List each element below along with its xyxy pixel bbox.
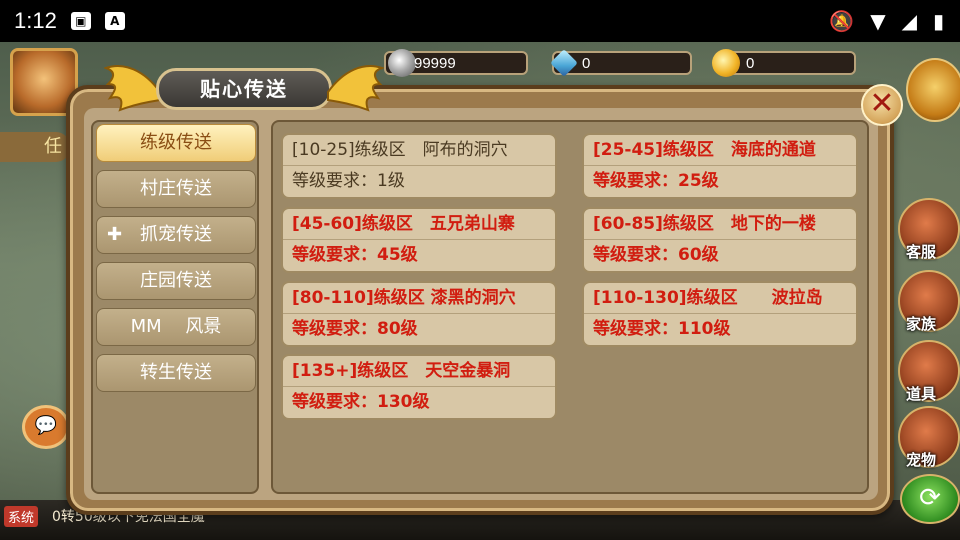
plus-icon: ✚	[107, 224, 123, 245]
destination-card[interactable]: [60-85]练级区 地下的一楼 等级要求：60级	[582, 207, 858, 273]
side-button-label: 客服	[906, 243, 937, 261]
destination-card[interactable]: [25-45]练级区 海底的通道 等级要求：25级	[582, 133, 858, 199]
destination-name: [25-45]练级区 海底的通道	[584, 135, 856, 166]
a-icon: A	[104, 12, 125, 30]
category-label: 转生传送	[140, 362, 212, 383]
destination-card[interactable]: [135+]练级区 天空金暴洞 等级要求：130级	[281, 354, 557, 420]
level-requirement: 等级要求：45级	[292, 245, 418, 265]
category-label: 村庄传送	[140, 178, 212, 199]
quest-tag[interactable]: 任	[0, 132, 70, 162]
system-tag: 系统	[4, 506, 39, 527]
gold-currency: 0	[712, 49, 856, 77]
silver-value: 99999	[414, 55, 456, 72]
items-button[interactable]: 道具	[898, 340, 960, 403]
category-label: MM 风景	[130, 316, 222, 337]
level-requirement: 等级要求：25级	[593, 171, 719, 191]
category-rebirth[interactable]: 转生传送	[96, 354, 256, 392]
destination-card[interactable]: [10-25]练级区 阿布的洞穴 等级要求：1级	[281, 133, 557, 199]
destination-name: [45-60]练级区 五兄弟山寨	[283, 209, 555, 240]
customer-service-button[interactable]: 客服	[898, 198, 960, 261]
signal-icon: ◢	[901, 9, 917, 33]
side-button-label: 道具	[906, 385, 937, 403]
dialog-title: 贴心传送	[200, 77, 288, 101]
crystal-value: 0	[582, 55, 591, 72]
chat-icon[interactable]: 💬	[22, 405, 70, 449]
refresh-icon[interactable]: ⟳	[900, 474, 960, 524]
destination-card[interactable]: [110-130]练级区 波拉岛 等级要求：110级	[582, 281, 858, 347]
status-time: 1:12	[14, 8, 57, 33]
dialog-title-banner: 贴心传送	[104, 60, 384, 120]
destination-name: [110-130]练级区 波拉岛	[584, 283, 856, 314]
destination-name: [10-25]练级区 阿布的洞穴	[283, 135, 555, 166]
level-requirement: 等级要求：1级	[292, 171, 405, 191]
category-label: 抓宠传送	[140, 224, 212, 245]
silver-currency: 99999	[384, 49, 528, 77]
destination-name: [135+]练级区 天空金暴洞	[283, 356, 555, 387]
category-label: 练级传送	[140, 132, 212, 153]
destination-card[interactable]: [80-110]练级区 漆黑的洞穴 等级要求：80级	[281, 281, 557, 347]
destination-name: [60-85]练级区 地下的一楼	[584, 209, 856, 240]
category-mm-scenery[interactable]: MM 风景	[96, 308, 256, 346]
left-wing-icon	[104, 65, 161, 112]
side-button-label: 宠物	[906, 451, 937, 469]
category-label: 庄园传送	[140, 270, 212, 291]
category-pet-capture[interactable]: ✚ 抓宠传送	[96, 216, 256, 254]
level-requirement: 等级要求：130级	[292, 392, 430, 412]
status-bar: 1:12 ▣ A 🔕 ▼ ◢ ▮	[0, 0, 960, 42]
image-icon: ▣	[70, 12, 91, 30]
level-requirement: 等级要求：110级	[593, 319, 731, 339]
pet-button[interactable]: 宠物	[898, 406, 960, 469]
title-plate: 贴心传送	[156, 68, 332, 110]
side-button-label: 家族	[906, 315, 937, 333]
destination-card[interactable]: [45-60]练级区 五兄弟山寨 等级要求：45级	[281, 207, 557, 273]
compass-icon[interactable]	[906, 58, 960, 122]
crystal-icon	[550, 49, 578, 77]
destination-name: [80-110]练级区 漆黑的洞穴	[283, 283, 555, 314]
right-wing-icon	[327, 65, 384, 112]
level-requirement: 等级要求：80级	[292, 319, 418, 339]
category-manor[interactable]: 庄园传送	[96, 262, 256, 300]
close-button[interactable]: ✕	[861, 84, 903, 126]
battery-icon: ▮	[932, 9, 944, 33]
family-button[interactable]: 家族	[898, 270, 960, 333]
crystal-currency: 0	[550, 49, 692, 77]
wifi-icon: ▼	[870, 9, 886, 33]
silver-coin-icon	[388, 49, 416, 77]
level-requirement: 等级要求：60级	[593, 245, 719, 265]
category-village[interactable]: 村庄传送	[96, 170, 256, 208]
category-leveling[interactable]: 练级传送	[96, 124, 256, 162]
mute-icon: 🔕	[829, 9, 855, 33]
gold-coin-icon	[712, 49, 740, 77]
gold-value: 0	[746, 55, 755, 72]
